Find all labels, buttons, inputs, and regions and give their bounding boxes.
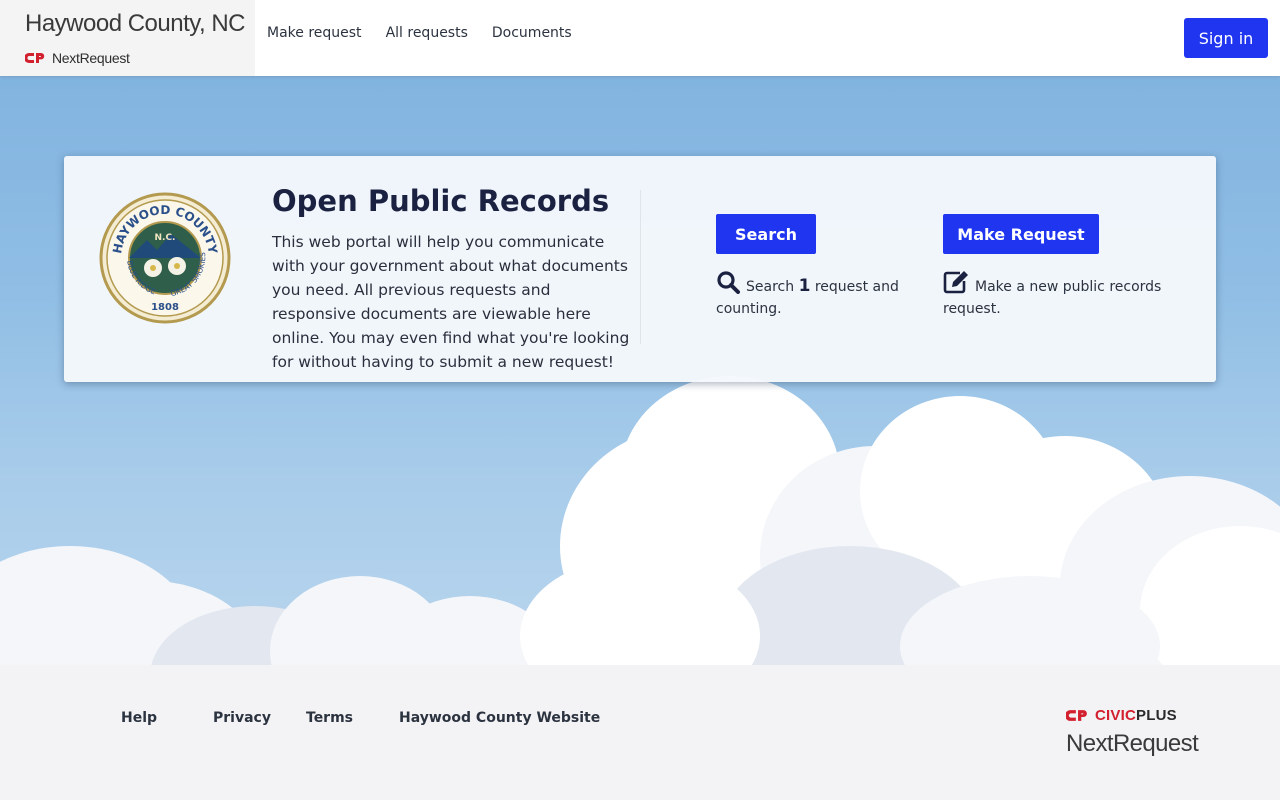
org-name[interactable]: Haywood County, NC: [25, 10, 245, 38]
nextrequest-logo: NextRequest: [25, 49, 130, 67]
sign-in-button[interactable]: Sign in: [1184, 18, 1268, 58]
nav-documents[interactable]: Documents: [492, 25, 572, 41]
top-navbar: Haywood County, NC NextRequest Make requ…: [0, 0, 1280, 76]
civicplus-mark-icon: [1066, 709, 1087, 721]
intro-description: This web portal will help you communicat…: [272, 233, 630, 371]
main-nav: Make request All requests Documents: [267, 25, 572, 41]
civicplus-mark-icon: [25, 53, 45, 63]
edit-icon: [943, 271, 968, 294]
nav-all-requests[interactable]: All requests: [386, 25, 468, 41]
product-name: NextRequest: [52, 50, 130, 66]
footer-link-privacy[interactable]: Privacy: [213, 710, 271, 726]
hero-section: HAYWOOD COUNTY N.C. BLUE RIDGE GREAT SMO…: [0, 76, 1280, 665]
footer-link-county-website[interactable]: Haywood County Website: [399, 710, 600, 726]
card-divider: [640, 190, 641, 344]
civicplus-name: CIVICPLUS: [1095, 706, 1177, 724]
make-request-note: Make a new public records request.: [943, 270, 1173, 320]
svg-text:N.C.: N.C.: [155, 233, 176, 243]
intro-card: HAYWOOD COUNTY N.C. BLUE RIDGE GREAT SMO…: [64, 156, 1216, 382]
civicplus-logo[interactable]: CIVICPLUS NextRequest: [1066, 706, 1199, 758]
footer-link-terms[interactable]: Terms: [306, 710, 353, 726]
search-note-prefix: Search: [746, 279, 795, 295]
brand-block[interactable]: Haywood County, NC NextRequest: [0, 0, 255, 76]
make-request-button[interactable]: Make Request: [943, 214, 1099, 254]
footer-link-help[interactable]: Help: [121, 710, 157, 726]
search-button[interactable]: Search: [716, 214, 816, 254]
svg-text:1808: 1808: [151, 302, 179, 313]
page-title: Open Public Records: [272, 184, 610, 218]
footer-product-name: NextRequest: [1066, 730, 1199, 757]
search-icon: [717, 271, 740, 294]
footer: Help Privacy Terms Haywood County Websit…: [0, 665, 1280, 800]
nav-make-request[interactable]: Make request: [267, 25, 362, 41]
county-seal-icon: HAYWOOD COUNTY N.C. BLUE RIDGE GREAT SMO…: [99, 192, 231, 324]
request-count: 1: [798, 276, 811, 296]
make-request-note-text: Make a new public records request.: [943, 279, 1162, 317]
search-count-note: Search 1 request and counting.: [716, 270, 916, 320]
